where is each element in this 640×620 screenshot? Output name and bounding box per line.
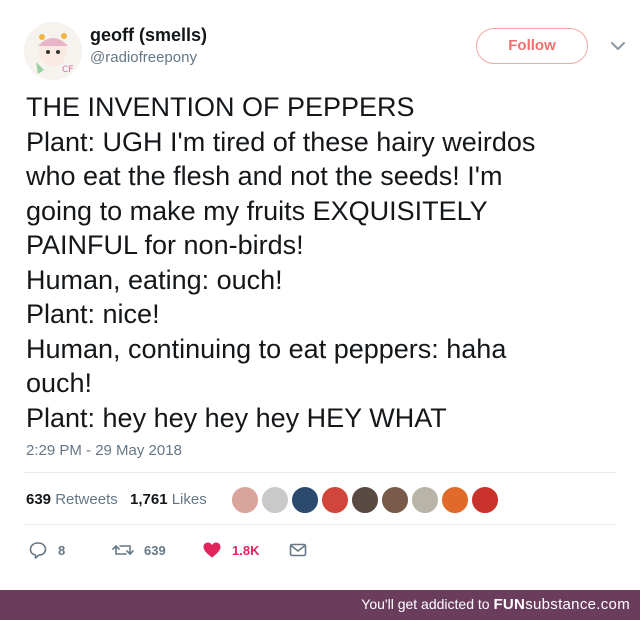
tweet-line: Plant: nice! xyxy=(26,299,160,329)
tweet-line: Plant: hey hey hey hey HEY WHAT xyxy=(26,402,447,433)
tweet-line: THE INVENTION OF PEPPERS xyxy=(26,92,415,122)
likes-stat[interactable]: 1,761 Likes xyxy=(130,491,207,508)
tweet-line: Human, continuing to eat peppers: haha xyxy=(26,333,507,364)
chevron-down-icon[interactable] xyxy=(608,36,628,56)
retweets-label: Retweets xyxy=(55,491,118,508)
retweets-stat[interactable]: 639 Retweets xyxy=(26,491,118,508)
reply-button[interactable]: 8 xyxy=(28,538,65,562)
envelope-icon xyxy=(289,543,307,557)
user-avatar[interactable]: CF xyxy=(24,22,82,80)
reply-count: 8 xyxy=(58,542,66,558)
tweet-actions: 8 639 1.8K xyxy=(26,538,326,562)
reply-icon xyxy=(29,542,47,559)
tweet-line: ouch! xyxy=(26,368,93,398)
liker-avatar[interactable] xyxy=(350,485,380,515)
likes-count: 1,761 xyxy=(130,491,168,508)
divider xyxy=(24,524,616,525)
site-footer-banner: You'll get addicted to FUNsubstance.com xyxy=(0,590,640,620)
footer-brand-logo[interactable]: FUNsubstance.com xyxy=(493,596,630,613)
liker-avatar[interactable] xyxy=(470,485,500,515)
like-count: 1.8K xyxy=(232,542,260,558)
svg-text:CF: CF xyxy=(62,65,73,75)
user-names: geoff (smells) @radiofreepony xyxy=(90,24,207,68)
retweet-icon xyxy=(112,545,134,555)
footer-text: You'll get addicted to FUNsubstance.com xyxy=(361,596,630,613)
liker-avatar[interactable] xyxy=(260,485,290,515)
tweet-header: CF geoff (smells) @radiofreepony Follow xyxy=(24,18,625,80)
divider xyxy=(24,472,616,473)
liker-avatar[interactable] xyxy=(290,485,320,515)
like-button[interactable]: 1.8K xyxy=(202,538,259,562)
tweet-stats: 639 Retweets 1,761 Likes xyxy=(26,483,616,515)
brand-tld: .com xyxy=(596,596,630,613)
retweet-count: 639 xyxy=(144,542,166,558)
heart-icon xyxy=(203,542,221,558)
tweet-card: CF geoff (smells) @radiofreepony Follow … xyxy=(0,0,640,590)
liker-avatar[interactable] xyxy=(440,485,470,515)
liker-avatar[interactable] xyxy=(410,485,440,515)
avatar-illustration-icon: CF xyxy=(24,22,82,80)
tweet-line: Plant: UGH I'm tired of these hairy weir… xyxy=(26,126,536,157)
liker-avatar[interactable] xyxy=(380,485,410,515)
footer-tagline: You'll get addicted to xyxy=(361,596,490,612)
brand-sub: substance xyxy=(525,596,597,613)
display-name[interactable]: geoff (smells) xyxy=(90,24,207,46)
liker-avatar[interactable] xyxy=(320,485,350,515)
tweet-line: who eat the flesh and not the seeds! I'm xyxy=(26,161,503,191)
user-handle[interactable]: @radiofreepony xyxy=(90,48,207,68)
brand-fun: FUN xyxy=(493,596,526,613)
follow-button[interactable]: Follow xyxy=(476,28,588,64)
tweet-line: PAINFUL for non-birds! xyxy=(26,230,304,260)
tweet-line: Human, eating: ouch! xyxy=(26,264,283,295)
direct-message-button[interactable] xyxy=(288,538,308,562)
retweets-count: 639 xyxy=(26,491,52,508)
likes-label: Likes xyxy=(171,491,207,508)
tweet-line: going to make my fruits EXQUISITELY xyxy=(26,195,488,226)
tweet-timestamp[interactable]: 2:29 PM - 29 May 2018 xyxy=(26,442,182,459)
liker-avatar[interactable] xyxy=(230,485,260,515)
retweet-button[interactable]: 639 xyxy=(112,538,166,562)
tweet-text: THE INVENTION OF PEPPERS Plant: UGH I'm … xyxy=(26,90,621,435)
